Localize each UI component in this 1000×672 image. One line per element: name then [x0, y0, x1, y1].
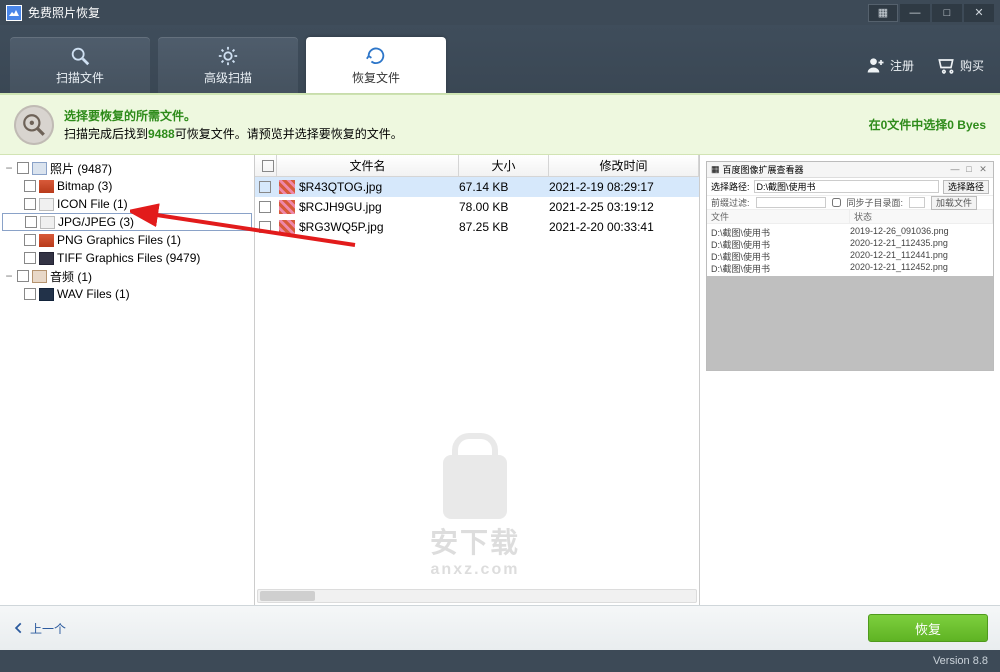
window-maximize-button[interactable]: □: [932, 4, 962, 22]
tree-jpg[interactable]: JPG/JPEG (3): [2, 213, 252, 231]
magnifier-icon: [69, 45, 91, 67]
arrow-left-icon: [12, 621, 26, 635]
preview-browse-button[interactable]: 选择路径: [943, 180, 989, 194]
header: 扫描文件 高级扫描 恢复文件 注册 购买: [0, 25, 1000, 95]
col-size[interactable]: 大小: [459, 155, 549, 176]
instruction-line2: 扫描完成后找到9488可恢复文件。请预览并选择要恢复的文件。: [64, 125, 403, 143]
buy-button[interactable]: 购买: [936, 55, 984, 75]
tree-audio[interactable]: −音频 (1): [2, 267, 252, 285]
main-area: −照片 (9487) Bitmap (3) ICON File (1) JPG/…: [0, 155, 1000, 605]
col-name[interactable]: 文件名: [277, 155, 459, 176]
row-checkbox[interactable]: [259, 201, 271, 213]
preview-load-button[interactable]: 加载文件: [931, 196, 977, 210]
previous-button[interactable]: 上一个: [12, 620, 66, 637]
file-list-header: 文件名 大小 修改时间: [255, 155, 699, 177]
version-bar: Version 8.8: [0, 650, 1000, 672]
tab-scan-files[interactable]: 扫描文件: [10, 37, 150, 93]
file-row[interactable]: $R43QTOG.jpg 67.14 KB 2021-2-19 08:29:17: [255, 177, 699, 197]
instruction-bar: 选择要恢复的所需文件。 扫描完成后找到9488可恢复文件。请预览并选择要恢复的文…: [0, 95, 1000, 155]
tree-png[interactable]: PNG Graphics Files (1): [2, 231, 252, 249]
preview-close-button[interactable]: ✕: [977, 164, 989, 175]
title-bar: 免费照片恢复 ▦ — □ ✕: [0, 0, 1000, 25]
tab-label: 扫描文件: [56, 69, 104, 86]
tab-label: 恢复文件: [352, 69, 400, 86]
col-date[interactable]: 修改时间: [549, 155, 699, 176]
preview-title: 百度图像扩展查看器: [723, 163, 804, 176]
footer-bar: 上一个 恢复: [0, 605, 1000, 650]
instruction-line1: 选择要恢复的所需文件。: [64, 107, 403, 125]
window-menu-button[interactable]: ▦: [868, 4, 898, 22]
version-label: Version 8.8: [933, 655, 988, 667]
watermark: 安下载 anxz.com: [380, 455, 570, 579]
app-icon: [6, 5, 22, 21]
tree-photos[interactable]: −照片 (9487): [2, 159, 252, 177]
file-row[interactable]: $RG3WQ5P.jpg 87.25 KB 2021-2-20 00:33:41: [255, 217, 699, 237]
preview-max-button[interactable]: □: [963, 164, 975, 175]
sidebar-tree: −照片 (9487) Bitmap (3) ICON File (1) JPG/…: [0, 155, 255, 605]
row-checkbox[interactable]: [259, 221, 271, 233]
cart-icon: [936, 55, 956, 75]
preview-subdirs-label: 同步子目录面:: [847, 196, 904, 209]
recover-button[interactable]: 恢复: [868, 614, 988, 642]
tree-icon-file[interactable]: ICON File (1): [2, 195, 252, 213]
preview-filter-input[interactable]: [756, 197, 826, 208]
preview-path-label: 选择路径:: [711, 180, 750, 193]
horizontal-scrollbar[interactable]: [257, 589, 697, 603]
disk-search-icon: [14, 105, 54, 145]
tab-recover-files[interactable]: 恢复文件: [306, 37, 446, 93]
tree-wav[interactable]: WAV Files (1): [2, 285, 252, 303]
preview-path-input[interactable]: [754, 180, 939, 193]
preview-filter-label: 前缀过滤:: [711, 196, 750, 209]
window-minimize-button[interactable]: —: [900, 4, 930, 22]
row-checkbox[interactable]: [259, 181, 271, 193]
preview-subdirs-checkbox[interactable]: [832, 198, 841, 207]
gear-icon: [217, 45, 239, 67]
register-button[interactable]: 注册: [866, 55, 914, 75]
preview-image-area: [707, 276, 993, 370]
tab-advanced-scan[interactable]: 高级扫描: [158, 37, 298, 93]
refresh-icon: [365, 45, 387, 67]
app-title: 免费照片恢复: [28, 4, 100, 21]
window-close-button[interactable]: ✕: [964, 4, 994, 22]
preview-app-icon: ▦: [711, 164, 720, 175]
select-all-checkbox[interactable]: [262, 160, 274, 172]
file-row[interactable]: $RCJH9GU.jpg 78.00 KB 2021-2-25 03:19:12: [255, 197, 699, 217]
preview-window: ▦ 百度图像扩展查看器 — □ ✕ 选择路径: 选择路径 前缀过滤: 同步子目录…: [706, 161, 994, 371]
preview-pane: ▦ 百度图像扩展查看器 — □ ✕ 选择路径: 选择路径 前缀过滤: 同步子目录…: [700, 155, 1000, 605]
file-thumb-icon: [279, 180, 295, 194]
preview-list: D:\截图\使用书2019-12-26_091036.png D:\截图\使用书…: [707, 224, 993, 276]
preview-min-button[interactable]: —: [949, 164, 961, 175]
file-thumb-icon: [279, 220, 295, 234]
preview-list-header: 文件状态: [707, 210, 993, 224]
tree-tiff[interactable]: TIFF Graphics Files (9479): [2, 249, 252, 267]
tab-label: 高级扫描: [204, 69, 252, 86]
lock-icon: [443, 455, 507, 519]
preview-depth-input[interactable]: [909, 197, 925, 208]
tree-bitmap[interactable]: Bitmap (3): [2, 177, 252, 195]
selection-summary: 在0文件中选择0 Byes: [869, 116, 986, 133]
file-thumb-icon: [279, 200, 295, 214]
user-plus-icon: [866, 55, 886, 75]
